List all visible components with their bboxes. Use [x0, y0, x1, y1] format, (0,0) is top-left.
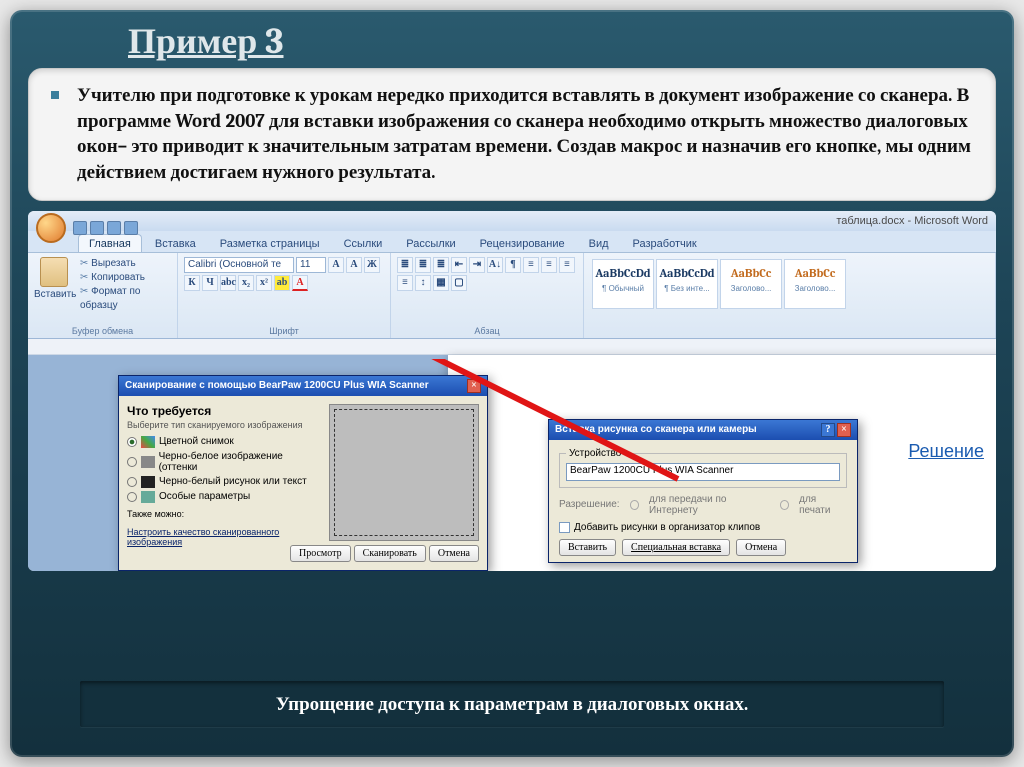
- clipboard-items: Вырезать Копировать Формат по образцу: [80, 257, 171, 313]
- format-painter-button[interactable]: Формат по образцу: [80, 285, 171, 313]
- scan-button[interactable]: Сканировать: [354, 545, 426, 562]
- style-normal[interactable]: AaBbCcDd¶ Обычный: [592, 259, 654, 309]
- font-size-combo[interactable]: 11: [296, 257, 326, 273]
- style-nointv[interactable]: AaBbCcDd¶ Без инте...: [656, 259, 718, 309]
- highlight-button[interactable]: ab: [274, 275, 290, 291]
- scan-subheading: Выберите тип сканируемого изображения: [127, 420, 321, 430]
- justify-button[interactable]: ≡: [397, 275, 413, 291]
- redo-icon[interactable]: [107, 221, 121, 235]
- tab-view[interactable]: Вид: [578, 234, 620, 252]
- tab-refs[interactable]: Ссылки: [333, 234, 394, 252]
- special-insert-button[interactable]: Специальная вставка: [622, 539, 730, 556]
- shading-button[interactable]: ▦: [433, 275, 449, 291]
- font-color-button[interactable]: A: [292, 275, 308, 291]
- insert-dialog-title: Вставка рисунка со сканера или камеры ? …: [549, 420, 857, 440]
- subscript-button[interactable]: x₂: [238, 275, 254, 291]
- resolution-row: Разрешение: для передачи по Интернету дл…: [559, 494, 847, 516]
- multilevel-button[interactable]: ≣: [433, 257, 449, 273]
- text-panel: Учителю при подготовке к урокам нередко …: [28, 68, 996, 201]
- office-button[interactable]: [36, 213, 66, 243]
- cancel-button[interactable]: Отмена: [736, 539, 786, 556]
- indent-inc-button[interactable]: ⇥: [469, 257, 485, 273]
- cut-button[interactable]: Вырезать: [80, 257, 171, 271]
- scan-heading: Что требуется: [127, 404, 321, 418]
- bullets-button[interactable]: ≣: [397, 257, 413, 273]
- grow-font-icon[interactable]: A: [328, 257, 344, 273]
- font-name-combo[interactable]: Calibri (Основной те: [184, 257, 294, 273]
- solution-link[interactable]: Решение: [904, 439, 988, 464]
- italic-button[interactable]: К: [184, 275, 200, 291]
- slide: Пример 3 Учителю при подготовке к урокам…: [10, 10, 1014, 757]
- cancel-button[interactable]: Отмена: [429, 545, 479, 562]
- undo-icon[interactable]: [90, 221, 104, 235]
- bullet-icon: [51, 91, 59, 99]
- group-font: Calibri (Основной те 11 A A Ж К Ч abc x₂…: [178, 253, 391, 338]
- line-spacing-button[interactable]: ↕: [415, 275, 431, 291]
- slide-title: Пример 3: [10, 10, 1014, 68]
- device-combo[interactable]: BearPaw 1200CU Plus WIA Scanner: [566, 463, 840, 481]
- align-center-button[interactable]: ≡: [541, 257, 557, 273]
- device-fieldset: Устройство BearPaw 1200CU Plus WIA Scann…: [559, 448, 847, 488]
- strike-button[interactable]: abc: [220, 275, 236, 291]
- group-styles: AaBbCcDd¶ Обычный AaBbCcDd¶ Без инте... …: [584, 253, 996, 338]
- word-titlebar: таблица.docx - Microsoft Word: [28, 211, 996, 231]
- qat-custom-icon[interactable]: [124, 221, 138, 235]
- group-clipboard: Вставить Вырезать Копировать Формат по о…: [28, 253, 178, 338]
- slide-paragraph: Учителю при подготовке к урокам нередко …: [77, 84, 971, 183]
- sort-button[interactable]: A↓: [487, 257, 503, 273]
- tab-dev[interactable]: Разработчик: [622, 234, 708, 252]
- add-clips-checkbox[interactable]: Добавить рисунки в организатор клипов: [559, 522, 847, 533]
- underline-button[interactable]: Ч: [202, 275, 218, 291]
- show-marks-button[interactable]: ¶: [505, 257, 521, 273]
- quick-access-toolbar: [36, 213, 138, 243]
- scan-preview: [329, 404, 479, 541]
- radio-bw[interactable]: Черно-белый рисунок или текст: [127, 476, 321, 488]
- insert-button[interactable]: Вставить: [559, 539, 616, 556]
- tab-mail[interactable]: Рассылки: [395, 234, 466, 252]
- align-left-button[interactable]: ≡: [523, 257, 539, 273]
- radio-custom[interactable]: Особые параметры: [127, 491, 321, 503]
- superscript-button[interactable]: x²: [256, 275, 272, 291]
- shrink-font-icon[interactable]: A: [346, 257, 362, 273]
- close-icon[interactable]: ×: [837, 423, 851, 437]
- paste-icon: [40, 257, 68, 287]
- style-h2[interactable]: AaBbCcЗаголово...: [784, 259, 846, 309]
- paste-button[interactable]: Вставить: [34, 257, 74, 313]
- align-right-button[interactable]: ≡: [559, 257, 575, 273]
- tab-insert[interactable]: Вставка: [144, 234, 207, 252]
- preview-button[interactable]: Просмотр: [290, 545, 351, 562]
- scanner-dialog: Сканирование с помощью BearPaw 1200CU Pl…: [118, 375, 488, 571]
- borders-button[interactable]: ▢: [451, 275, 467, 291]
- bold-button[interactable]: Ж: [364, 257, 380, 273]
- group-paragraph: ≣ ≣ ≣ ⇤ ⇥ A↓ ¶ ≡ ≡ ≡ ≡ ↕ ▦ ▢ Абзац: [391, 253, 584, 338]
- adjust-quality-link[interactable]: Настроить качество сканированного изобра…: [127, 527, 321, 547]
- scanner-dialog-title: Сканирование с помощью BearPaw 1200CU Pl…: [119, 376, 487, 396]
- close-icon[interactable]: ×: [467, 379, 481, 393]
- tab-layout[interactable]: Разметка страницы: [209, 234, 331, 252]
- also-label: Также можно:: [127, 509, 321, 519]
- indent-dec-button[interactable]: ⇤: [451, 257, 467, 273]
- numbering-button[interactable]: ≣: [415, 257, 431, 273]
- insert-scanner-dialog: Вставка рисунка со сканера или камеры ? …: [548, 419, 858, 563]
- copy-button[interactable]: Копировать: [80, 271, 171, 285]
- ruler: [28, 339, 996, 355]
- radio-gray[interactable]: Черно-белое изображение (оттенки: [127, 451, 321, 473]
- save-icon[interactable]: [73, 221, 87, 235]
- ribbon-body: Вставить Вырезать Копировать Формат по о…: [28, 253, 996, 339]
- tab-review[interactable]: Рецензирование: [469, 234, 576, 252]
- ribbon-tabs: Главная Вставка Разметка страницы Ссылки…: [28, 231, 996, 253]
- style-h1[interactable]: AaBbCcЗаголово...: [720, 259, 782, 309]
- radio-color[interactable]: Цветной снимок: [127, 436, 321, 448]
- radio-print[interactable]: [780, 500, 789, 510]
- footer-caption: Упрощение доступа к параметрам в диалого…: [80, 681, 944, 727]
- help-icon[interactable]: ?: [821, 423, 835, 437]
- doc-title: таблица.docx - Microsoft Word: [836, 215, 988, 227]
- word-screenshot: таблица.docx - Microsoft Word Главная Вс…: [28, 211, 996, 571]
- radio-web[interactable]: [630, 500, 639, 510]
